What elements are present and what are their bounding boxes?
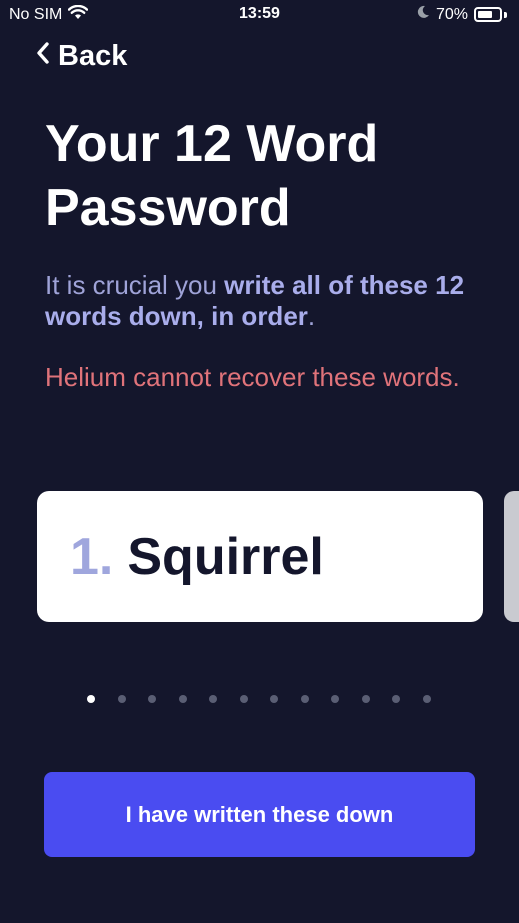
back-label: Back [58, 40, 128, 72]
back-button[interactable]: Back [36, 40, 127, 73]
next-word-card[interactable] [504, 491, 519, 622]
battery-percent: 70% [435, 5, 468, 23]
page-indicator[interactable] [87, 695, 431, 703]
confirm-written-button[interactable]: I have written these down [44, 772, 475, 857]
chevron-left-icon [36, 40, 50, 73]
page-dot[interactable] [422, 695, 431, 703]
page-dot[interactable] [87, 695, 95, 703]
moon-icon [416, 5, 430, 24]
page-dot[interactable] [392, 695, 400, 703]
battery-icon [474, 7, 502, 22]
status-right: 70% [416, 5, 507, 24]
instruction-suffix: . [307, 301, 316, 331]
page-dot[interactable] [209, 695, 217, 703]
page-dot[interactable] [117, 695, 126, 703]
page-title-line2: Password [45, 179, 291, 237]
page-title-line1: Your 12 Word [45, 115, 379, 173]
page-dot[interactable] [331, 695, 339, 703]
page-dot[interactable] [300, 695, 309, 703]
word-card[interactable]: 1. Squirrel [37, 491, 483, 622]
instruction-text: It is crucial you write all of these 12 … [45, 270, 485, 332]
confirm-button-label: I have written these down [125, 801, 394, 827]
word-index: 1. [70, 527, 114, 586]
page-dot[interactable] [270, 695, 278, 703]
instruction-prefix: It is crucial you [45, 270, 225, 300]
page-dot[interactable] [361, 695, 370, 703]
page-title: Your 12 Word Password [45, 112, 485, 240]
page-dot[interactable] [239, 695, 248, 703]
warning-text: Helium cannot recover these words. [45, 362, 460, 392]
battery-fill [478, 11, 492, 18]
page-dot[interactable] [178, 695, 187, 703]
screen: No SIM 13:59 70% Back Your 12 Word Passw… [0, 0, 519, 923]
battery-tip [504, 11, 507, 18]
word-text: Squirrel [127, 527, 324, 586]
status-bar: No SIM 13:59 70% [0, 0, 519, 30]
page-dot[interactable] [148, 695, 156, 703]
